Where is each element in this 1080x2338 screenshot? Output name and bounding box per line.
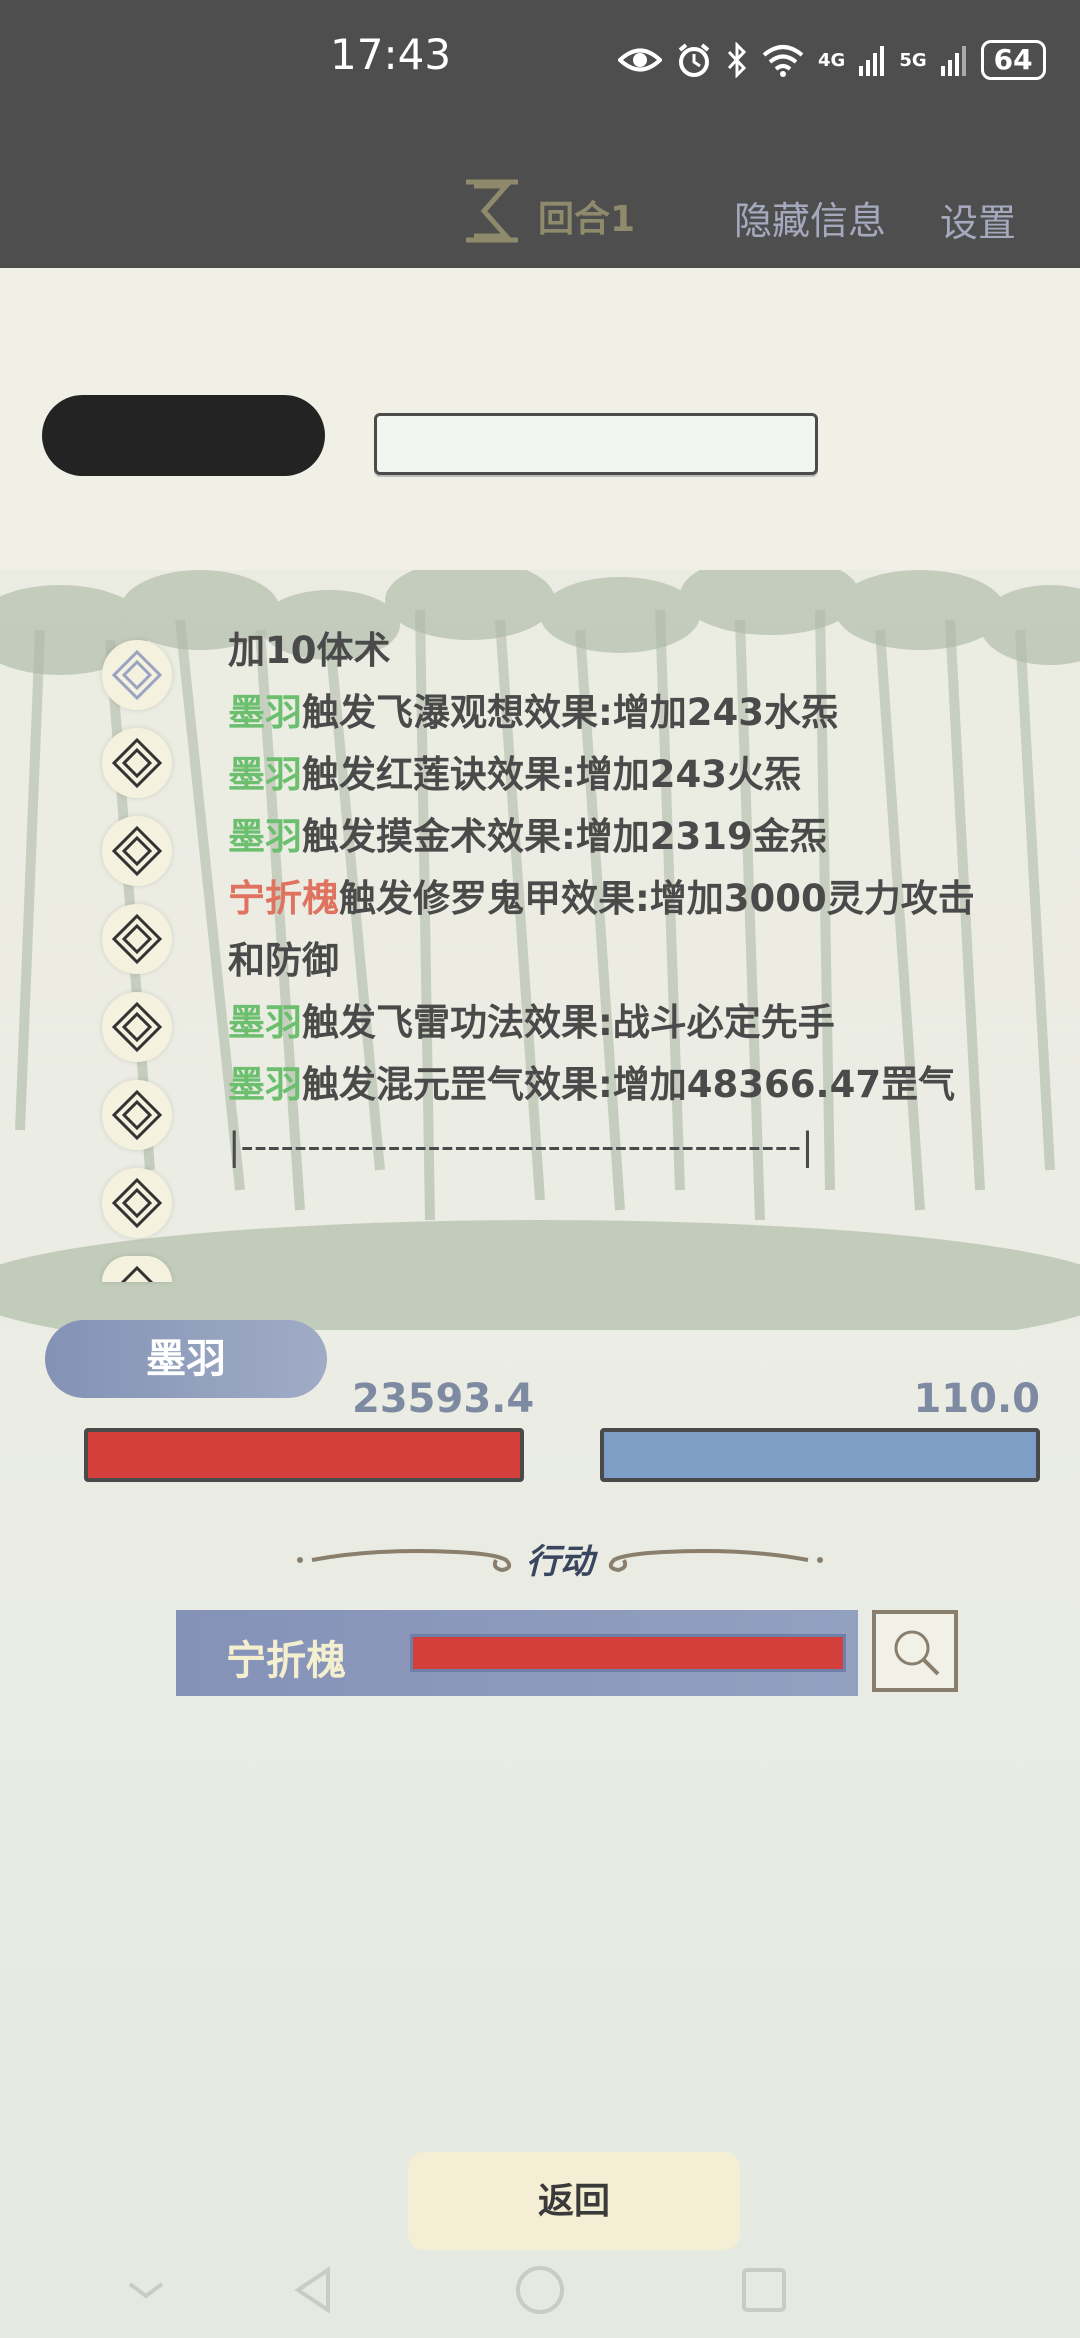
enemy-name: 宁折槐 — [228, 877, 339, 920]
network-4g-label: 4G — [818, 49, 846, 71]
bluetooth-icon — [727, 42, 747, 78]
ally-name: 墨羽 — [228, 753, 302, 796]
signal-icon-2 — [940, 46, 966, 76]
battle-log: 加10体术 墨羽触发飞瀑观想效果:增加243水炁 墨羽触发红莲诀效果:增加243… — [228, 620, 1008, 1178]
log-line: 墨羽触发混元罡气效果:增加48366.47罡气 — [228, 1063, 956, 1106]
alarm-icon — [678, 43, 710, 77]
top-header: 17:43 4G 5G 64 回合1 隐藏信息 设置 — [0, 0, 1080, 268]
status-time: 17:43 — [330, 30, 452, 79]
battery-indicator: 64 — [980, 40, 1046, 80]
diamond-icon — [102, 1080, 172, 1150]
settings-button[interactable]: 设置 — [940, 192, 1016, 247]
mp-bar — [600, 1428, 1040, 1482]
action-label: 行动 — [526, 1542, 594, 1582]
status-icons: 4G 5G 64 — [618, 38, 1046, 82]
hp-value: 23593.4 — [352, 1376, 535, 1422]
eye-icon — [618, 48, 662, 72]
log-line: 墨羽触发飞瀑观想效果:增加243水炁 — [228, 691, 839, 734]
log-line: 墨羽触发红莲诀效果:增加243火炁 — [228, 753, 802, 796]
diamond-icon — [102, 1168, 172, 1238]
network-5g-label: 5G — [899, 49, 927, 71]
character-name-tab[interactable]: 墨羽 — [45, 1320, 327, 1398]
ally-name: 墨羽 — [228, 1001, 302, 1044]
target-hp-bar — [410, 1634, 846, 1672]
diamond-icon — [102, 992, 172, 1062]
diamond-icon — [102, 816, 172, 886]
log-line: 墨羽触发摸金术效果:增加2319金炁 — [228, 815, 827, 858]
diamond-icon — [102, 728, 172, 798]
wifi-icon — [762, 45, 804, 77]
nav-back-icon[interactable] — [284, 2260, 344, 2320]
mp-value: 110.0 — [913, 1376, 1040, 1422]
diamond-icon — [102, 904, 172, 974]
hide-info-button[interactable]: 隐藏信息 — [734, 190, 886, 245]
progress-bar-empty — [374, 413, 818, 475]
target-name: 宁折槐 — [226, 1638, 346, 1684]
log-line: 宁折槐触发修罗鬼甲效果:增加3000灵力攻击和防御 — [228, 877, 975, 982]
target-row[interactable]: 宁折槐 — [176, 1610, 858, 1696]
nav-recents-icon[interactable] — [734, 2260, 794, 2320]
search-button[interactable] — [872, 1610, 958, 1692]
log-line: 加10体术 — [228, 629, 391, 672]
back-button[interactable]: 返回 — [408, 2152, 740, 2250]
nav-down-icon[interactable] — [116, 2260, 176, 2320]
ally-name: 墨羽 — [228, 691, 302, 734]
nav-home-icon[interactable] — [510, 2260, 570, 2320]
ally-name: 墨羽 — [228, 1063, 302, 1106]
hp-bar — [84, 1428, 524, 1482]
player-badge — [42, 395, 325, 476]
log-line: 墨羽触发飞雷功法效果:战斗必定先手 — [228, 1001, 835, 1044]
system-nav-bar — [0, 2246, 1080, 2338]
search-icon — [894, 1630, 940, 1676]
log-separator: |---------------------------------------… — [228, 1125, 814, 1168]
signal-icon — [859, 46, 885, 76]
ally-name: 墨羽 — [228, 815, 302, 858]
diamond-icon — [102, 640, 172, 710]
round-label: 回合1 — [538, 199, 636, 240]
hourglass-icon — [466, 179, 518, 243]
